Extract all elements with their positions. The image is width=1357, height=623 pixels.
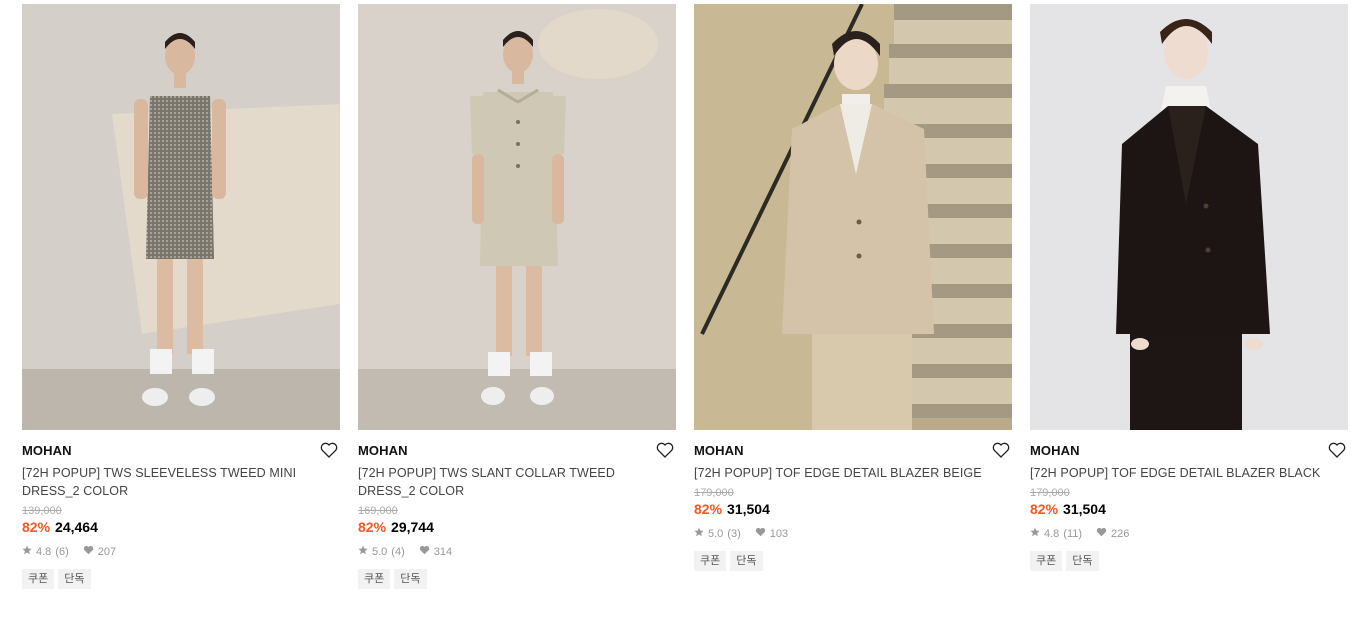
review-count: (4) (391, 546, 405, 558)
price-row: 82% 29,744 (358, 518, 676, 536)
rating-value: 4.8 (36, 546, 52, 558)
rating-value: 4.8 (1044, 528, 1060, 540)
tag-exclusive: 단독 (730, 551, 763, 571)
product-image[interactable] (1030, 4, 1348, 430)
tag-list: 쿠폰 단독 (22, 569, 340, 589)
review-count: (3) (727, 528, 741, 540)
heart-filled-icon (83, 545, 94, 559)
tag-exclusive: 단독 (1066, 551, 1099, 571)
brand-row: MOHAN (1030, 442, 1348, 464)
product-title[interactable]: [72H POPUP] TOF EDGE DETAIL BLAZER BEIGE (694, 464, 1012, 482)
tag-exclusive: 단독 (394, 569, 427, 589)
product-meta: 4.8 (6) 207 (22, 545, 340, 559)
discount-rate: 82% (358, 519, 387, 535)
product-card[interactable]: MOHAN [72H POPUP] TOF EDGE DETAIL BLAZER… (694, 4, 1012, 571)
brand-name[interactable]: MOHAN (694, 442, 1012, 460)
brand-row: MOHAN (22, 442, 340, 464)
original-price: 139,000 (22, 505, 62, 517)
product-grid: MOHAN [72H POPUP] TWS SLEEVELESS TWEED M… (0, 0, 1357, 623)
heart-filled-icon (1096, 527, 1107, 541)
product-meta: 5.0 (4) 314 (358, 545, 676, 559)
brand-row: MOHAN (358, 442, 676, 464)
price-row: 82% 31,504 (1030, 500, 1348, 518)
brand-row: MOHAN (694, 442, 1012, 464)
heart-outline-icon[interactable] (992, 442, 1010, 458)
heart-outline-icon[interactable] (320, 442, 338, 458)
like-count: 314 (433, 546, 453, 558)
discount-rate: 82% (1030, 501, 1059, 517)
like-count: 103 (769, 528, 789, 540)
review-count: (11) (1063, 528, 1083, 540)
brand-name[interactable]: MOHAN (1030, 442, 1348, 460)
review-count: (6) (55, 546, 69, 558)
star-icon (358, 545, 368, 559)
original-price: 179,000 (1030, 487, 1070, 499)
like-count: 226 (1111, 528, 1130, 540)
like-count: 207 (97, 546, 117, 558)
product-title[interactable]: [72H POPUP] TOF EDGE DETAIL BLAZER BLACK (1030, 464, 1348, 482)
rating-value: 5.0 (708, 528, 724, 540)
tag-coupon: 쿠폰 (358, 569, 391, 589)
sale-price: 29,744 (391, 519, 434, 535)
heart-outline-icon[interactable] (656, 442, 674, 458)
product-meta: 5.0 (3) 103 (694, 527, 1012, 541)
product-image[interactable] (22, 4, 340, 430)
tag-list: 쿠폰 단독 (1030, 551, 1348, 571)
heart-filled-icon (755, 527, 766, 541)
sale-price: 24,464 (55, 519, 98, 535)
star-icon (694, 527, 704, 541)
original-price: 179,000 (694, 487, 734, 499)
product-card[interactable]: MOHAN [72H POPUP] TWS SLEEVELESS TWEED M… (22, 4, 340, 589)
brand-name[interactable]: MOHAN (22, 442, 340, 460)
star-icon (22, 545, 32, 559)
rating-value: 5.0 (372, 546, 388, 558)
tag-coupon: 쿠폰 (694, 551, 727, 571)
discount-rate: 82% (694, 501, 723, 517)
product-title[interactable]: [72H POPUP] TWS SLEEVELESS TWEED MINI DR… (22, 464, 340, 500)
sale-price: 31,504 (1063, 501, 1106, 517)
product-title[interactable]: [72H POPUP] TWS SLANT COLLAR TWEED DRESS… (358, 464, 676, 500)
brand-name[interactable]: MOHAN (358, 442, 676, 460)
product-card[interactable]: MOHAN [72H POPUP] TWS SLANT COLLAR TWEED… (358, 4, 676, 589)
tag-coupon: 쿠폰 (1030, 551, 1063, 571)
product-image[interactable] (694, 4, 1012, 430)
product-card[interactable]: MOHAN [72H POPUP] TOF EDGE DETAIL BLAZER… (1030, 4, 1348, 571)
tag-exclusive: 단독 (58, 569, 91, 589)
tag-list: 쿠폰 단독 (694, 551, 1012, 571)
star-icon (1030, 527, 1040, 541)
price-row: 82% 31,504 (694, 500, 1012, 518)
price-row: 82% 24,464 (22, 518, 340, 536)
heart-outline-icon[interactable] (1328, 442, 1346, 458)
tag-list: 쿠폰 단독 (358, 569, 676, 589)
product-meta: 4.8 (11) 226 (1030, 527, 1348, 541)
tag-coupon: 쿠폰 (22, 569, 55, 589)
discount-rate: 82% (22, 519, 51, 535)
sale-price: 31,504 (727, 501, 770, 517)
original-price: 169,000 (358, 505, 398, 517)
heart-filled-icon (419, 545, 430, 559)
product-image[interactable] (358, 4, 676, 430)
